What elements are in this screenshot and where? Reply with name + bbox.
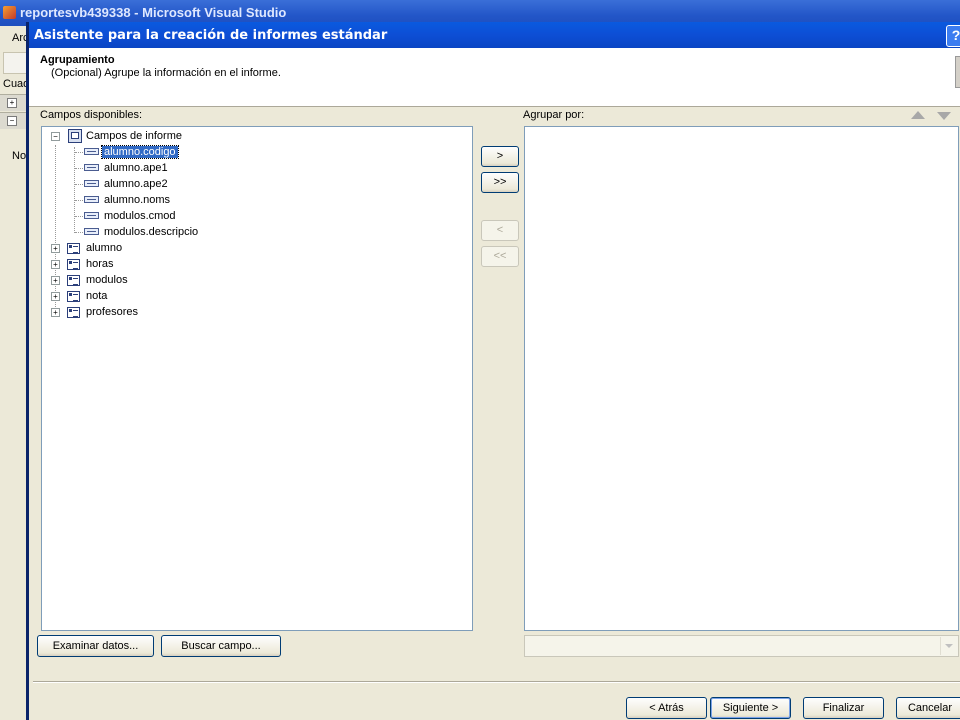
wizard-header: Agrupamiento (Opcional) Agrupe la inform… (29, 48, 960, 107)
visual-studio-icon (3, 6, 16, 19)
tree-field-alumno-codigo[interactable]: alumno.codigo (101, 145, 179, 159)
tree-field-alumno-noms[interactable]: alumno.noms (102, 193, 172, 207)
field-icon (84, 180, 99, 187)
tree-field-alumno-ape2[interactable]: alumno.ape2 (102, 177, 170, 191)
chevron-down-icon (940, 637, 957, 655)
tree-table-profesores[interactable]: profesores (84, 305, 140, 319)
field-icon (84, 148, 99, 155)
tree-field-alumno-ape1[interactable]: alumno.ape1 (102, 161, 170, 175)
add-all-fields-button[interactable]: >> (481, 172, 519, 193)
table-icon (67, 291, 80, 302)
side-handle (955, 56, 960, 88)
add-field-button[interactable]: > (481, 146, 519, 167)
next-button[interactable]: Siguiente > (710, 697, 791, 719)
find-field-button[interactable]: Buscar campo... (161, 635, 281, 657)
tree-table-alumno[interactable]: alumno (84, 241, 124, 255)
group-by-label: Agrupar por: (523, 109, 585, 121)
available-fields-label: Campos disponibles: (40, 109, 143, 121)
vs-tree-row: − (0, 112, 28, 129)
tree-root-report-fields[interactable]: Campos de informe (84, 129, 184, 143)
tree-table-nota[interactable]: nota (84, 289, 109, 303)
table-icon (67, 243, 80, 254)
finish-button[interactable]: Finalizar (803, 697, 884, 719)
group-by-list[interactable] (524, 126, 959, 631)
vs-left-text: No (12, 150, 27, 162)
tree-field-modulos-descripcio[interactable]: modulos.descripcio (102, 225, 200, 239)
dialog-title-bar: Asistente para la creación de informes e… (29, 22, 960, 48)
expand-icon[interactable]: + (51, 308, 60, 317)
table-icon (67, 259, 80, 270)
available-fields-tree[interactable]: − Campos de informe alumno.codigo alumno… (41, 126, 473, 631)
table-icon (67, 307, 80, 318)
help-button[interactable]: ? (946, 25, 960, 47)
browse-data-button[interactable]: Examinar datos... (37, 635, 154, 657)
move-down-icon[interactable] (937, 112, 951, 120)
collapse-icon[interactable]: − (51, 132, 60, 141)
step-title: Agrupamiento (40, 54, 115, 66)
step-description: (Opcional) Agrupe la información en el i… (51, 67, 281, 79)
report-wizard-dialog: Asistente para la creación de informes e… (26, 22, 960, 720)
field-icon (84, 196, 99, 203)
table-icon (67, 275, 80, 286)
sort-order-select[interactable] (524, 635, 959, 657)
report-fields-icon (68, 129, 82, 143)
cancel-button[interactable]: Cancelar (896, 697, 960, 719)
expand-icon[interactable]: + (51, 260, 60, 269)
dialog-title: Asistente para la creación de informes e… (34, 28, 388, 43)
tree-line (55, 145, 56, 313)
collapse-icon[interactable]: − (7, 116, 17, 126)
move-up-icon[interactable] (911, 111, 925, 119)
divider (33, 681, 960, 683)
remove-all-fields-button[interactable]: << (481, 246, 519, 267)
tree-line (74, 147, 75, 233)
field-icon (84, 164, 99, 171)
vs-left-panel: Arc Cuad + − No (0, 26, 29, 720)
back-button[interactable]: < Atrás (626, 697, 707, 719)
tree-field-modulos-cmod[interactable]: modulos.cmod (102, 209, 178, 223)
expand-icon[interactable]: + (51, 292, 60, 301)
vs-window-title: reportesvb439338 - Microsoft Visual Stud… (20, 5, 287, 20)
vs-tree-row: + (0, 94, 28, 111)
toolbar-icon[interactable] (3, 52, 27, 74)
tree-table-modulos[interactable]: modulos (84, 273, 130, 287)
field-icon (84, 212, 99, 219)
field-icon (84, 228, 99, 235)
tree-table-horas[interactable]: horas (84, 257, 116, 271)
expand-icon[interactable]: + (7, 98, 17, 108)
expand-icon[interactable]: + (51, 276, 60, 285)
expand-icon[interactable]: + (51, 244, 60, 253)
remove-field-button[interactable]: < (481, 220, 519, 241)
